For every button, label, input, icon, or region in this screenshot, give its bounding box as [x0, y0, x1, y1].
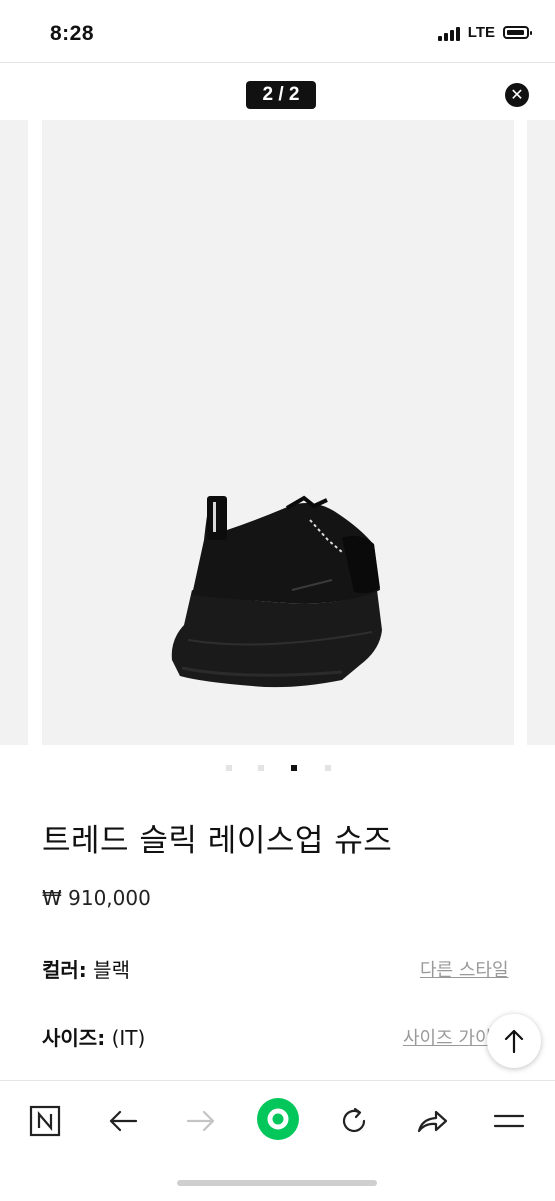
- carousel-dot[interactable]: [258, 765, 264, 771]
- product-image[interactable]: [42, 120, 514, 745]
- refresh-icon: [342, 1107, 366, 1133]
- close-icon: ✕: [510, 85, 524, 104]
- carousel-dot[interactable]: [291, 765, 297, 771]
- color-value: 블랙: [93, 958, 130, 982]
- back-arrow-icon: [109, 1110, 138, 1132]
- color-row: 컬러: 블랙: [42, 954, 130, 983]
- forward-arrow-icon: [186, 1110, 215, 1132]
- previous-slide[interactable]: [0, 120, 28, 745]
- share-icon: [417, 1110, 448, 1133]
- share-button[interactable]: [410, 1099, 454, 1143]
- viewer-header: 2 / 2 ✕: [0, 62, 555, 119]
- size-label: 사이즈:: [42, 1026, 106, 1050]
- status-icons: LTE: [437, 24, 532, 41]
- carrier-label: LTE: [467, 24, 495, 41]
- status-bar: 8:28 LTE: [0, 0, 555, 62]
- product-title: 트레드 슬릭 레이스업 슈즈: [42, 823, 393, 859]
- size-row: 사이즈: (IT): [42, 1022, 145, 1051]
- carousel-dots: [0, 760, 555, 776]
- carousel-dot[interactable]: [325, 765, 331, 771]
- status-time: 8:28: [50, 22, 95, 45]
- back-button[interactable]: [101, 1099, 145, 1143]
- other-styles-link[interactable]: 다른 스타일: [420, 956, 509, 982]
- menu-icon: [493, 1114, 525, 1128]
- naver-home-button[interactable]: [23, 1099, 67, 1143]
- close-button[interactable]: ✕: [505, 83, 529, 107]
- size-value: (IT): [111, 1026, 146, 1050]
- green-home-button[interactable]: [254, 1095, 302, 1143]
- scroll-top-button[interactable]: [487, 1014, 541, 1068]
- shoe-image: [171, 495, 382, 688]
- product-price: ₩ 910,000: [42, 886, 151, 910]
- forward-button[interactable]: [179, 1099, 223, 1143]
- carousel-dot[interactable]: [226, 765, 232, 771]
- color-label: 컬러:: [42, 958, 87, 982]
- arrow-up-icon: [504, 1029, 524, 1054]
- signal-icon: [437, 25, 460, 41]
- naver-n-icon: [29, 1105, 61, 1137]
- menu-button[interactable]: [487, 1099, 531, 1143]
- home-green-icon: [257, 1098, 299, 1140]
- page-counter: 2 / 2: [246, 81, 316, 109]
- home-indicator: [177, 1180, 377, 1186]
- next-slide[interactable]: [527, 120, 555, 745]
- battery-icon: [503, 26, 532, 39]
- image-gallery[interactable]: [0, 120, 555, 745]
- refresh-button[interactable]: [332, 1099, 376, 1143]
